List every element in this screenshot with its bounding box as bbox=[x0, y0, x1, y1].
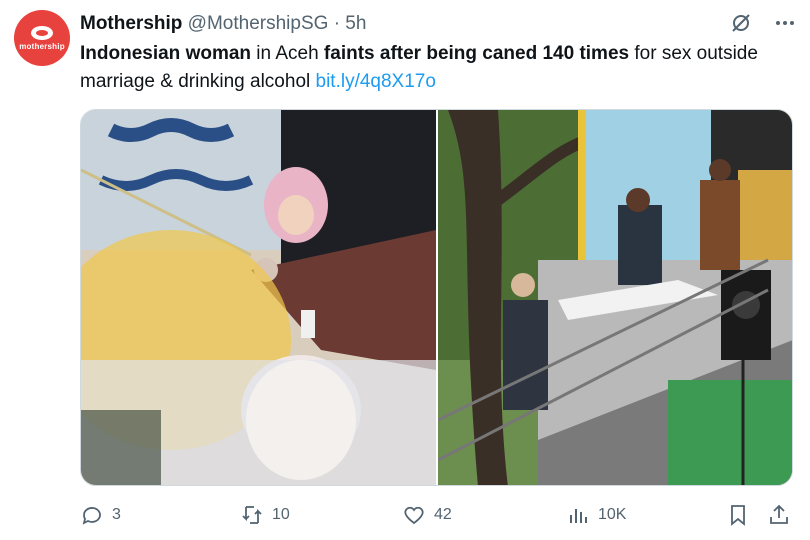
separator: · bbox=[333, 13, 341, 34]
caning-officer-photo[interactable] bbox=[81, 110, 436, 485]
repost-button[interactable]: 10 bbox=[240, 503, 290, 527]
like-count: 42 bbox=[434, 506, 452, 523]
woman-carried-down-stairs-photo[interactable] bbox=[437, 110, 792, 485]
bookmark-icon bbox=[731, 505, 745, 526]
views-chart-icon bbox=[570, 509, 587, 523]
tweet-actions: 3 10 42 10K bbox=[80, 503, 793, 529]
author-handle[interactable]: @MothershipSG bbox=[188, 13, 329, 34]
share-button[interactable] bbox=[767, 503, 791, 527]
no-grok-icon[interactable] bbox=[728, 10, 754, 36]
reply-icon bbox=[82, 507, 101, 525]
tweet-link[interactable]: bit.ly/4q8X17o bbox=[316, 71, 436, 92]
bookmark-button[interactable] bbox=[726, 503, 750, 527]
share-icon bbox=[770, 504, 788, 524]
repost-icon bbox=[242, 506, 262, 524]
repost-count: 10 bbox=[272, 506, 290, 523]
like-button[interactable]: 42 bbox=[402, 503, 452, 527]
tweet-text-bold-1: Indonesian woman bbox=[80, 43, 252, 64]
tweet-time[interactable]: 5h bbox=[345, 13, 366, 34]
tweet-text-bold-3: faints after being caned 140 times bbox=[323, 43, 630, 64]
tweet-header: Mothership @MothershipSG · 5h bbox=[80, 13, 366, 35]
heart-icon bbox=[404, 506, 424, 525]
mothership-logo-icon bbox=[31, 25, 53, 40]
tweet-top-icons bbox=[728, 10, 798, 36]
avatar[interactable]: mothership bbox=[14, 10, 70, 66]
avatar-brand-text: mothership bbox=[19, 41, 65, 51]
author-name[interactable]: Mothership bbox=[80, 13, 182, 34]
tweet-media bbox=[80, 109, 793, 486]
more-icon[interactable] bbox=[772, 10, 798, 36]
views-button[interactable]: 10K bbox=[566, 503, 626, 527]
reply-button[interactable]: 3 bbox=[80, 503, 121, 527]
view-count: 10K bbox=[598, 506, 627, 523]
tweet-text: Indonesian woman in Aceh faints after be… bbox=[80, 40, 780, 96]
tweet-text-2: in Aceh bbox=[251, 43, 324, 64]
reply-count: 3 bbox=[112, 506, 121, 523]
